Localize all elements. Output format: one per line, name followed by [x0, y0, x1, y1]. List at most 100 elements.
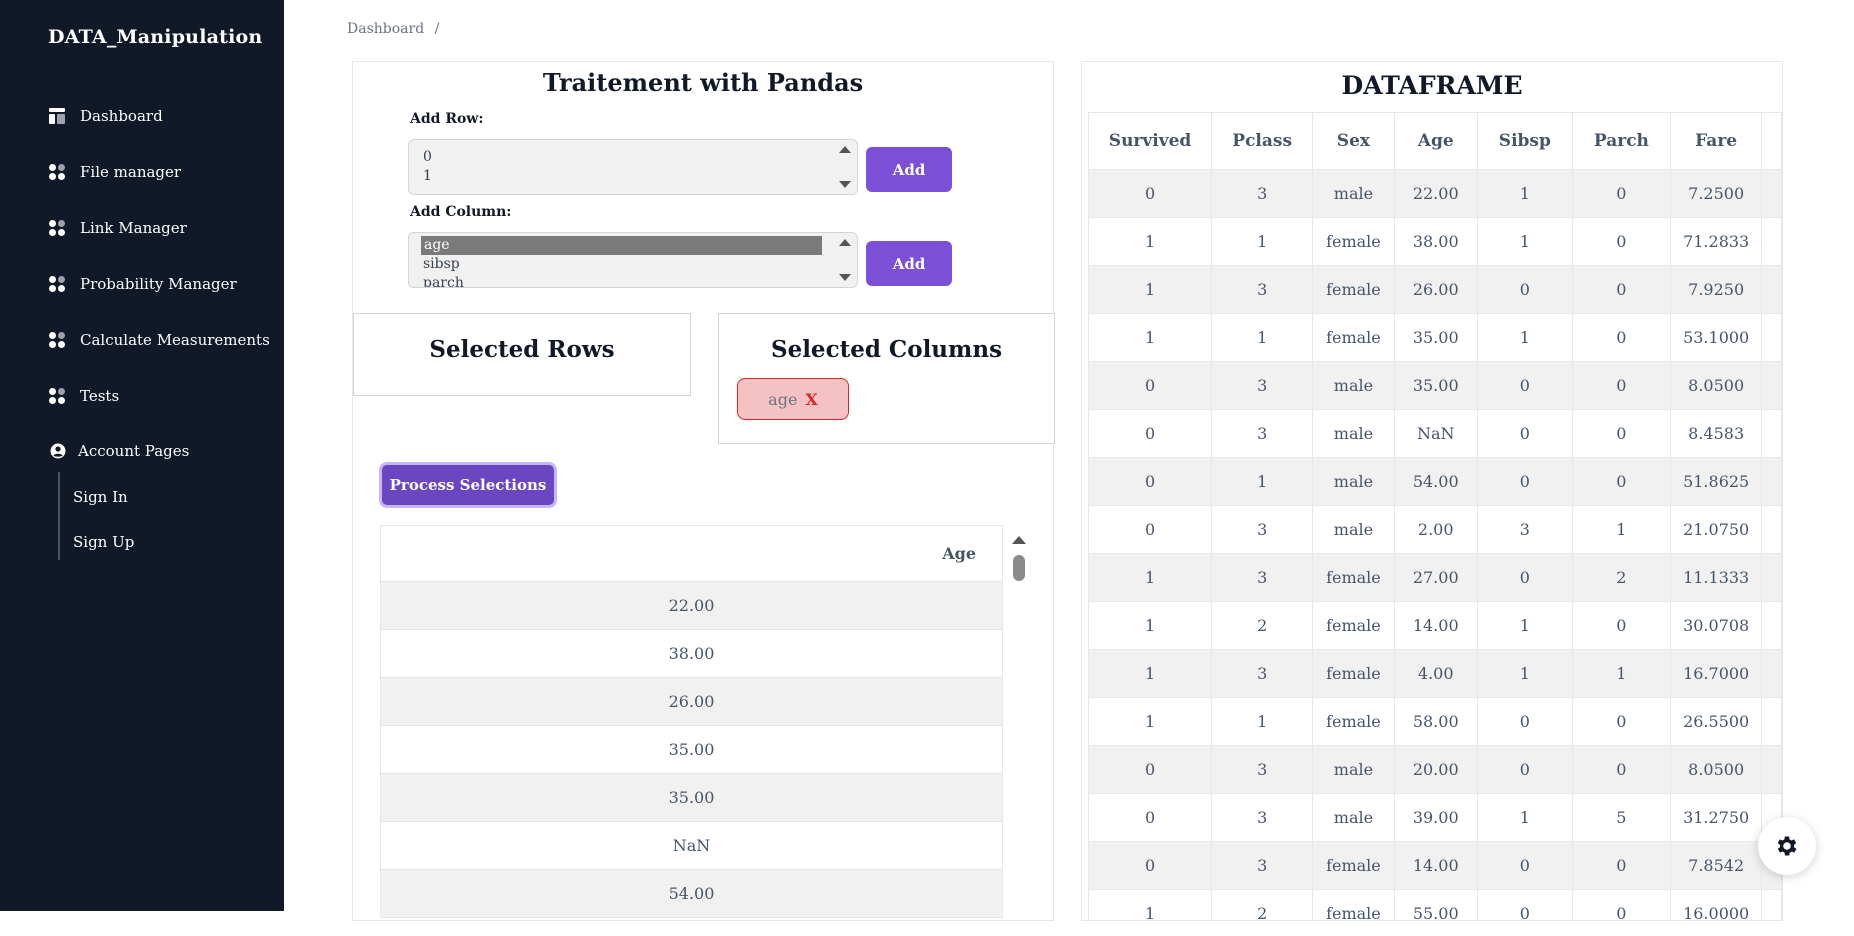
table-cell: 26.5500 — [1669, 697, 1763, 746]
table-cell: 0 — [1571, 841, 1671, 890]
table-cell: male — [1312, 793, 1395, 842]
add-column-button[interactable]: Add — [866, 241, 952, 286]
table-cell: 51.8625 — [1669, 457, 1763, 506]
table-cell: 7.2500 — [1669, 169, 1763, 218]
column-option-selected[interactable]: age — [421, 236, 822, 255]
add-row-select[interactable]: 0 1 — [408, 139, 858, 195]
table-cell: male — [1312, 409, 1395, 458]
table-cell: 3 — [1211, 169, 1314, 218]
column-option[interactable]: parch — [409, 274, 857, 287]
sidebar-item-file-manager[interactable]: File manager — [48, 163, 181, 181]
table-cell: 0 — [1571, 745, 1671, 794]
row-option[interactable]: 1 — [409, 167, 857, 186]
table-cell: female — [1312, 697, 1395, 746]
table-cell: 3 — [1211, 841, 1314, 890]
table-cell: 26.00 — [380, 677, 1003, 726]
breadcrumb-root[interactable]: Dashboard — [347, 21, 424, 37]
table-cell: 1 — [1211, 217, 1314, 266]
selected-columns-box: Selected Columns age X — [718, 313, 1055, 444]
sidebar-item-link-manager[interactable]: Link Manager — [48, 219, 187, 237]
grid-icon — [49, 220, 65, 236]
table-cell: 0 — [1476, 553, 1573, 602]
table-row: 0 3 male 39.00 1 5 31.2750 — [1087, 793, 1782, 842]
table-row: 1 3 female 27.00 0 2 11.1333 — [1087, 553, 1782, 602]
table-cell-overflow — [1761, 409, 1782, 458]
column-header-overflow — [1761, 112, 1782, 170]
table-cell: female — [1312, 889, 1395, 920]
add-row-button[interactable]: Add — [866, 147, 952, 192]
result-table: Age 22.00 38.00 26.00 35.00 35.00 NaN 54… — [380, 525, 1003, 918]
table-cell: 2.00 — [1393, 505, 1478, 554]
chip-label: age — [768, 389, 798, 409]
table-cell: 1 — [1211, 697, 1314, 746]
table-row: 0 3 male 2.00 3 1 21.0750 — [1087, 505, 1782, 554]
table-cell-overflow — [1761, 649, 1782, 698]
table-cell: 35.00 — [1393, 313, 1478, 362]
sidebar-item-account-pages[interactable]: Account Pages — [50, 442, 189, 460]
table-cell: 53.1000 — [1669, 313, 1763, 362]
result-table-scrollbar[interactable] — [1011, 536, 1027, 936]
table-cell: female — [1312, 601, 1395, 650]
sidebar-item-calculate-measurements[interactable]: Calculate Measurements — [48, 331, 270, 349]
sidebar-item-label: Account Pages — [78, 442, 190, 460]
sidebar-item-label: Link Manager — [80, 219, 187, 237]
table-cell: 0 — [1476, 841, 1573, 890]
table-cell: 0 — [1476, 457, 1573, 506]
table-cell: 0 — [1476, 745, 1573, 794]
table-cell: 3 — [1211, 505, 1314, 554]
table-cell: male — [1312, 361, 1395, 410]
listbox-scrollbar[interactable] — [839, 237, 851, 283]
table-row: 1 1 female 58.00 0 0 26.5500 — [1087, 697, 1782, 746]
column-header: Parch — [1571, 112, 1671, 170]
table-row: 35.00 — [380, 725, 1003, 774]
table-row: 54.00 — [380, 869, 1003, 918]
table-cell: 1 — [1476, 313, 1573, 362]
sidebar-item-sign-up[interactable]: Sign Up — [73, 533, 134, 551]
listbox-scrollbar[interactable] — [839, 144, 851, 190]
table-cell: 3 — [1476, 505, 1573, 554]
table-cell: 0 — [1476, 889, 1573, 920]
sidebar-item-sign-in[interactable]: Sign In — [73, 488, 128, 506]
column-option[interactable]: sibsp — [409, 255, 857, 274]
add-column-select[interactable]: age sibsp parch — [408, 232, 858, 288]
table-cell: 1 — [1476, 601, 1573, 650]
table-cell: 1 — [1476, 217, 1573, 266]
sidebar-item-probability-manager[interactable]: Probability Manager — [48, 275, 237, 293]
table-cell: 4.00 — [1393, 649, 1478, 698]
chip-remove-button[interactable]: X — [805, 390, 817, 409]
table-cell: NaN — [1393, 409, 1478, 458]
table-cell: 0 — [1571, 889, 1671, 920]
table-cell: 8.4583 — [1669, 409, 1763, 458]
table-cell: 2 — [1571, 553, 1671, 602]
column-header: Fare — [1669, 112, 1763, 170]
table-cell: 38.00 — [380, 629, 1003, 678]
table-cell: 2 — [1211, 601, 1314, 650]
table-cell: 8.0500 — [1669, 745, 1763, 794]
table-row: 35.00 — [380, 773, 1003, 822]
table-cell: 0 — [1571, 169, 1671, 218]
table-cell: 26.00 — [1393, 265, 1478, 314]
table-cell-overflow — [1761, 265, 1782, 314]
table-cell-overflow — [1761, 457, 1782, 506]
sidebar-item-tests[interactable]: Tests — [48, 387, 119, 405]
table-cell-overflow — [1761, 745, 1782, 794]
process-selections-button[interactable]: Process Selections — [379, 462, 557, 508]
settings-button[interactable] — [1758, 817, 1816, 875]
row-option[interactable]: 0 — [409, 148, 857, 167]
table-cell: 8.0500 — [1669, 361, 1763, 410]
table-cell: 0 — [1476, 697, 1573, 746]
table-cell: male — [1312, 169, 1395, 218]
table-cell-overflow — [1761, 889, 1782, 920]
table-cell: 0 — [1571, 601, 1671, 650]
app-brand: DATA_Manipulation — [48, 26, 263, 48]
dataframe-title: DATAFRAME — [1341, 71, 1523, 100]
column-header: Pclass — [1211, 112, 1314, 170]
table-cell: 0 — [1571, 361, 1671, 410]
table-cell-overflow — [1761, 361, 1782, 410]
table-cell: female — [1312, 649, 1395, 698]
table-row: 38.00 — [380, 629, 1003, 678]
table-cell-overflow — [1761, 697, 1782, 746]
table-cell: 0 — [1087, 409, 1213, 458]
sidebar-item-label: Probability Manager — [80, 275, 237, 293]
sidebar-item-dashboard[interactable]: Dashboard — [48, 107, 163, 125]
